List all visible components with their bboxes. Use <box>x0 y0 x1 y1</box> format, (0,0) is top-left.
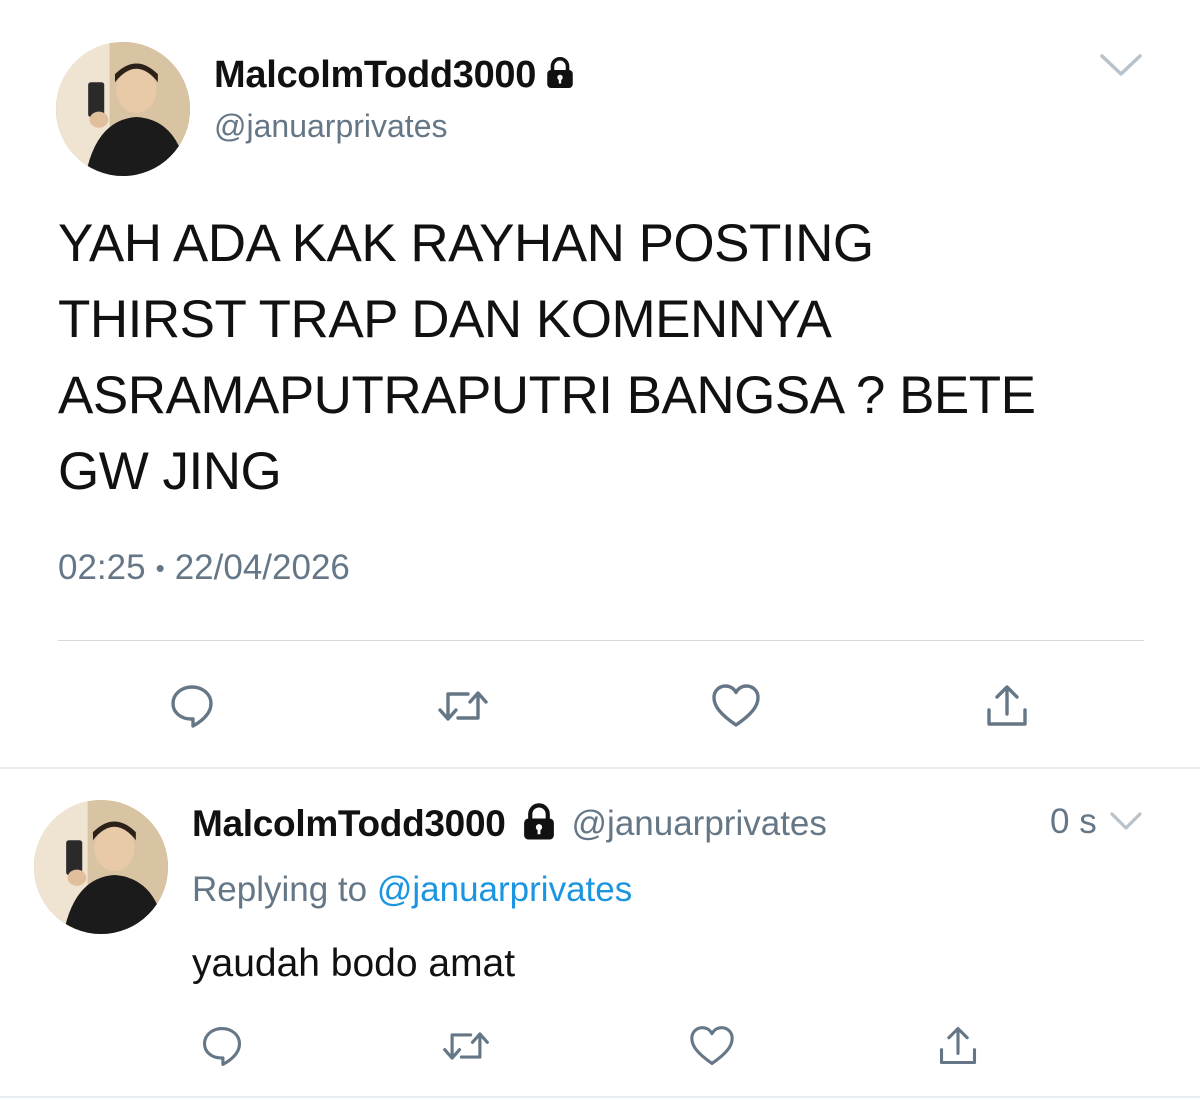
share-icon[interactable] <box>928 1018 988 1074</box>
display-name[interactable]: MalcolmTodd3000 <box>214 54 536 97</box>
retweet-icon[interactable] <box>433 678 493 734</box>
share-icon[interactable] <box>977 678 1037 734</box>
main-tweet: MalcolmTodd3000 @januarprivates YAH ADA … <box>0 0 1200 768</box>
tweet-date: 22/04/2026 <box>174 548 350 587</box>
handle[interactable]: @januarprivates <box>572 804 827 844</box>
avatar[interactable] <box>56 42 190 176</box>
chevron-down-icon[interactable] <box>1098 50 1144 80</box>
reply-icon[interactable] <box>192 1018 252 1074</box>
like-icon[interactable] <box>706 678 766 734</box>
handle[interactable]: @januarprivates <box>214 108 447 145</box>
chevron-down-icon[interactable] <box>1109 802 1143 842</box>
avatar-photo <box>56 42 190 176</box>
reply-icon[interactable] <box>162 678 222 734</box>
section-divider <box>0 767 1200 769</box>
mention-link[interactable]: @januarprivates <box>377 870 632 909</box>
replying-prefix: Replying to <box>192 870 368 909</box>
tweet-text: YAH ADA KAK RAYHAN POSTING THIRST TRAP D… <box>58 214 1036 501</box>
tweet-time: 02:25 <box>58 548 146 587</box>
avatar-photo <box>34 800 168 934</box>
avatar[interactable] <box>34 800 168 934</box>
lock-icon <box>542 55 578 96</box>
author-row: MalcolmTodd3000 <box>214 50 578 100</box>
display-name[interactable]: MalcolmTodd3000 <box>192 803 506 845</box>
divider <box>58 640 1144 641</box>
time-ago: 0 s <box>1050 802 1097 841</box>
divider <box>0 1096 1200 1098</box>
lock-icon <box>518 801 560 848</box>
replying-to: Replying to @januarprivates <box>192 870 632 910</box>
author-row: MalcolmTodd3000 @januarprivates <box>192 800 827 848</box>
timestamp[interactable]: 02:25 • 22/04/2026 <box>58 548 350 588</box>
relative-timestamp: 0 s <box>1050 802 1143 842</box>
retweet-icon[interactable] <box>436 1018 496 1074</box>
like-icon[interactable] <box>682 1018 742 1074</box>
tweet-text: yaudah bodo amat <box>192 942 516 985</box>
timestamp-separator: • <box>155 552 165 583</box>
